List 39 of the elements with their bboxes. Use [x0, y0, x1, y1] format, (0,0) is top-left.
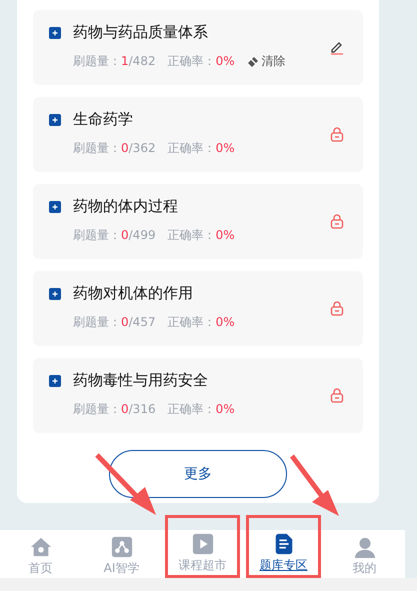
lock-icon[interactable] [329, 387, 345, 403]
question-count: 刷题量：0/457 [73, 314, 156, 331]
accuracy-rate: 正确率：0% [168, 401, 235, 418]
user-icon [354, 536, 376, 558]
chapter-card[interactable]: 药物对机体的作用 刷题量：0/457 正确率：0% [33, 271, 363, 346]
more-button[interactable]: 更多 [109, 450, 287, 498]
home-icon [30, 536, 52, 558]
network-icon [110, 536, 132, 558]
question-count: 刷题量：1/482 [73, 53, 156, 70]
lock-icon[interactable] [329, 213, 345, 229]
tab[interactable]: 题库专区 [246, 515, 321, 578]
expand-icon[interactable] [49, 26, 61, 38]
play-icon [192, 533, 214, 555]
expand-icon[interactable] [49, 114, 61, 126]
question-count: 刷题量：0/316 [73, 401, 156, 418]
question-count: 刷题量：0/362 [73, 140, 156, 157]
chapter-card[interactable]: 生命药学 刷题量：0/362 正确率：0% [33, 97, 363, 172]
chapter-title: 药物毒性与用药安全 [73, 371, 208, 390]
expand-icon[interactable] [49, 374, 61, 386]
chapter-title: 药物与药品质量体系 [73, 23, 208, 42]
chapter-title: 药物的体内过程 [73, 197, 178, 216]
chapter-title: 药物对机体的作用 [73, 284, 193, 303]
brush-icon [246, 56, 259, 68]
accuracy-rate: 正确率：0% [168, 140, 235, 157]
accuracy-rate: 正确率：0% [168, 53, 235, 70]
clear-button[interactable]: 清除 [246, 53, 286, 70]
expand-icon[interactable] [49, 200, 61, 212]
lock-icon[interactable] [329, 300, 345, 316]
arrow [95, 453, 158, 517]
expand-icon[interactable] [49, 288, 61, 300]
accuracy-rate: 正确率：0% [168, 227, 235, 244]
arrow [290, 454, 341, 518]
lock-icon[interactable] [329, 126, 345, 142]
question-count: 刷题量：0/499 [73, 227, 156, 244]
accuracy-rate: 正确率：0% [168, 314, 235, 331]
chapter-card[interactable]: 药物的体内过程 刷题量：0/499 正确率：0% [33, 184, 363, 259]
chapter-title: 生命药学 [73, 110, 133, 129]
chapter-card[interactable]: 药物与药品质量体系 刷题量：1/482 正确率：0% 清除 [33, 10, 363, 85]
chapter-card[interactable]: 药物毒性与用药安全 刷题量：0/316 正确率：0% [33, 358, 363, 433]
